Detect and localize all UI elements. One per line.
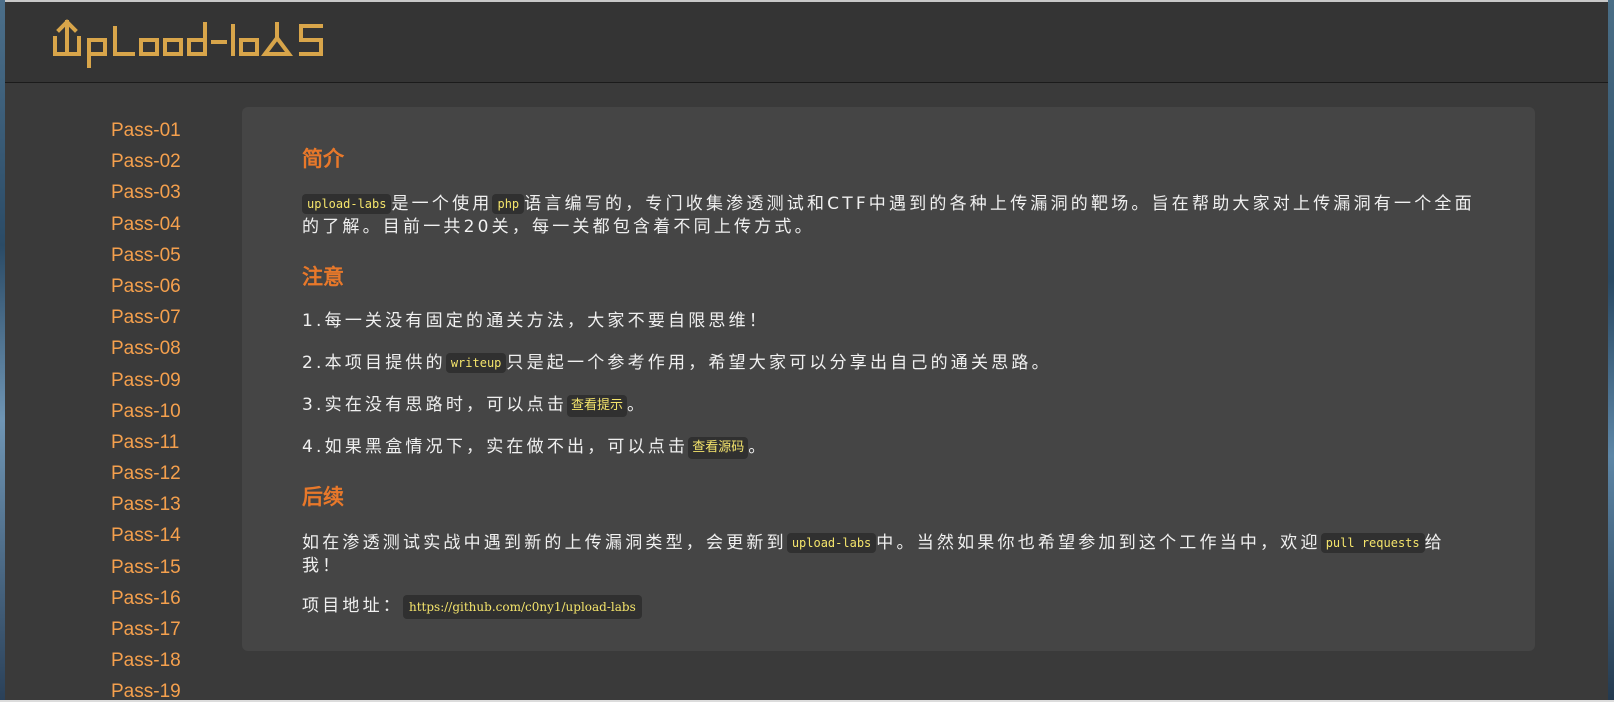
sidebar-item-pass-04[interactable]: Pass-04 [111,214,181,235]
sidebar-item-pass-09[interactable]: Pass-09 [111,370,181,391]
sidebar-item: Pass-09 [111,368,181,399]
sidebar-item: Pass-11 [111,430,181,461]
notice-item-4-text-a: 4.如果黑盒情况下，实在做不出，可以点击 [302,437,689,457]
site-header [5,2,1608,83]
code-php: php [492,194,525,214]
sidebar-item: Pass-01 [111,118,181,149]
sidebar-item-pass-01[interactable]: Pass-01 [111,120,181,141]
sidebar-item-pass-17[interactable]: Pass-17 [111,619,181,640]
sidebar-item: Pass-15 [111,555,181,586]
sidebar-item: Pass-05 [111,243,181,274]
notice-item-1: 1.每一关没有固定的通关方法，大家不要自限思维！ [302,311,770,331]
code-writeup: writeup [445,353,507,373]
sidebar-item: Pass-12 [111,461,181,492]
notice-item-3-text-b: 。 [627,395,648,415]
notice-item-2: 2.本项目提供的 writeup 只是起一个参考作用，希望大家可以分享出自己的通关思… [302,352,1482,375]
sidebar-item-pass-08[interactable]: Pass-08 [111,338,181,359]
sidebar-item: Pass-18 [111,648,181,679]
content-panel: 简介 upload-labs 是一个使用 php 语言编写的，专门收集渗透测试和CTF… [242,107,1535,651]
sidebar-item-pass-02[interactable]: Pass-02 [111,151,181,172]
notice-heading: 注意 [302,265,344,289]
sidebar-item: Pass-02 [111,149,181,180]
code-project-name-2: upload-labs [786,533,877,553]
sidebar-item-pass-05[interactable]: Pass-05 [111,245,181,266]
desktop-edge-right [1608,0,1614,702]
sidebar-item: Pass-19 [111,679,181,702]
notice-item-4-text-b: 。 [748,437,769,457]
view-source-button[interactable]: 查看源码 [688,437,749,459]
sidebar-item: Pass-17 [111,617,181,648]
pass-list: Pass-01 Pass-02 Pass-03 Pass-04 Pass-05 Pass-… [111,118,181,702]
intro-paragraph: upload-labs 是一个使用 php 语言编写的，专门收集渗透测试和CTF中遇到… [302,193,1482,239]
sidebar-item-pass-10[interactable]: Pass-10 [111,401,181,422]
project-address-link[interactable]: https://github.com/c0ny1/upload-labs [403,595,642,619]
code-pull-requests: pull requests [1320,533,1425,553]
sidebar-item-pass-12[interactable]: Pass-12 [111,463,181,484]
followup-paragraph: 如在渗透测试实战中遇到新的上传漏洞类型，会更新到 upload-labs 中。当然如… [302,532,1482,578]
sidebar-item: Pass-06 [111,274,181,305]
sidebar-item: Pass-10 [111,399,181,430]
notice-item-2-text-b: 只是起一个参考作用，希望大家可以分享出自己的通关思路。 [506,353,1052,373]
notice-item-2-text-a: 2.本项目提供的 [302,353,446,373]
site-logo[interactable] [51,16,331,72]
project-address-line: 项目地址： https://github.com/c0ny1/upload-lab… [302,595,1482,619]
content-inner: 简介 upload-labs 是一个使用 php 语言编写的，专门收集渗透测试和CTF… [302,143,1482,619]
sidebar-item-pass-15[interactable]: Pass-15 [111,557,181,578]
sidebar-item: Pass-14 [111,523,181,554]
sidebar-item-pass-13[interactable]: Pass-13 [111,494,181,515]
sidebar-item: Pass-16 [111,586,181,617]
sidebar-item-pass-11[interactable]: Pass-11 [111,432,179,453]
followup-heading: 后续 [302,485,344,509]
code-project-name: upload-labs [302,194,392,214]
followup-text-a: 如在渗透测试实战中遇到新的上传漏洞类型，会更新到 [302,533,787,553]
sidebar-item: Pass-04 [111,212,181,243]
intro-heading: 简介 [302,147,344,171]
intro-text-a: 是一个使用 [391,194,493,214]
page-body: Pass-01 Pass-02 Pass-03 Pass-04 Pass-05 Pass-… [5,83,1608,702]
sidebar-item-pass-07[interactable]: Pass-07 [111,307,181,328]
followup-text-b: 中。当然如果你也希望参加到这个工作当中，欢迎 [876,533,1321,553]
sidebar-item-pass-06[interactable]: Pass-06 [111,276,181,297]
sidebar-nav: Pass-01 Pass-02 Pass-03 Pass-04 Pass-05 Pass-… [5,83,235,702]
sidebar-item-pass-18[interactable]: Pass-18 [111,650,181,671]
notice-item-3-text-a: 3.实在没有思路时，可以点击 [302,395,568,415]
view-hint-button[interactable]: 查看提示 [567,395,628,417]
project-address-label: 项目地址： [302,596,403,616]
sidebar-item-pass-03[interactable]: Pass-03 [111,182,181,203]
notice-item-4: 4.如果黑盒情况下，实在做不出，可以点击 查看源码。 [302,436,1482,459]
sidebar-item: Pass-08 [111,336,181,367]
sidebar-item: Pass-13 [111,492,181,523]
notice-item-3: 3.实在没有思路时，可以点击 查看提示。 [302,394,1482,417]
sidebar-item-pass-14[interactable]: Pass-14 [111,525,181,546]
sidebar-item-pass-19[interactable]: Pass-19 [111,681,181,702]
sidebar-item: Pass-07 [111,305,181,336]
logo-wordmark-icon [53,19,323,68]
sidebar-item-pass-16[interactable]: Pass-16 [111,588,181,609]
sidebar-item: Pass-03 [111,180,181,211]
